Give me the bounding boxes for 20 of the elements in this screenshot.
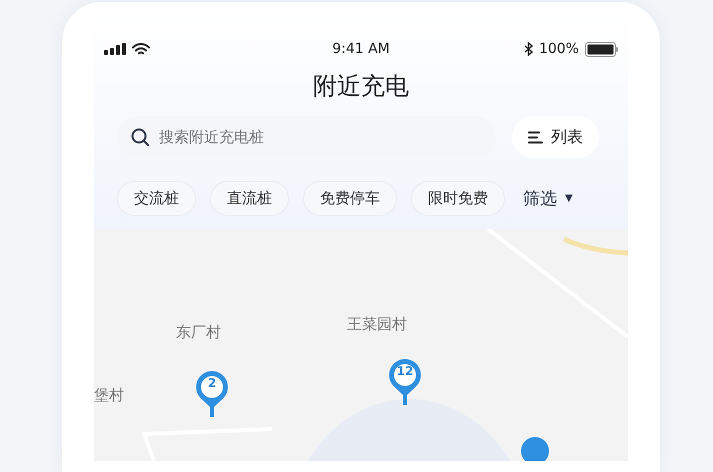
map-pin-icon: [521, 437, 549, 461]
bluetooth-icon: [524, 42, 533, 56]
list-button[interactable]: 列表: [512, 116, 599, 158]
filter-chip[interactable]: 免费停车: [303, 180, 397, 216]
filter-chip[interactable]: 直流桩: [210, 180, 289, 216]
page-title: 附近充电: [312, 71, 410, 102]
cluster-pin[interactable]: 2: [194, 369, 230, 419]
status-time: 9:41 AM: [332, 41, 390, 57]
cluster-pin[interactable]: 12: [387, 357, 423, 407]
battery-percent: 100%: [538, 41, 579, 57]
place-label: 堡村: [94, 386, 124, 405]
list-icon: [528, 130, 543, 144]
wifi-icon: [132, 42, 150, 56]
filter-button[interactable]: 筛选 ▼: [519, 186, 577, 210]
filter-chip[interactable]: 交流桩: [117, 180, 196, 216]
place-label: 王菜园村: [347, 315, 407, 334]
place-label: 东厂村: [176, 323, 221, 342]
battery-icon: [584, 42, 618, 56]
filter-chip[interactable]: 限时免费: [411, 180, 505, 216]
signal-icon: [104, 43, 126, 55]
